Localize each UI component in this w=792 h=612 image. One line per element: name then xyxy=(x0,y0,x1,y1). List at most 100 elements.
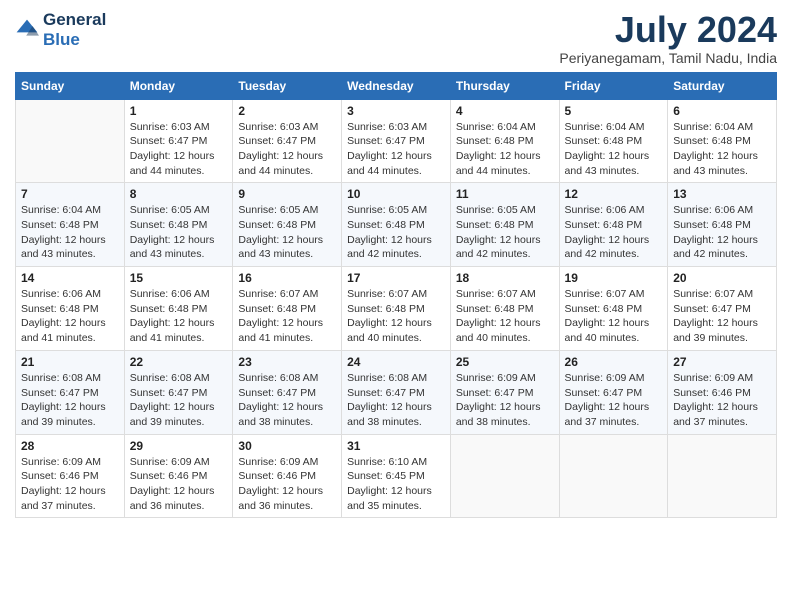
day-info: Sunrise: 6:05 AM Sunset: 6:48 PM Dayligh… xyxy=(238,203,336,262)
calendar-week-4: 21 Sunrise: 6:08 AM Sunset: 6:47 PM Dayli… xyxy=(16,350,777,434)
day-info: Sunrise: 6:03 AM Sunset: 6:47 PM Dayligh… xyxy=(238,120,336,179)
day-number: 3 xyxy=(347,104,445,118)
day-info: Sunrise: 6:04 AM Sunset: 6:48 PM Dayligh… xyxy=(565,120,663,179)
calendar-cell: 6 Sunrise: 6:04 AM Sunset: 6:48 PM Daylig… xyxy=(668,99,777,183)
calendar-cell: 10 Sunrise: 6:05 AM Sunset: 6:48 PM Dayli… xyxy=(342,183,451,267)
calendar-table: SundayMondayTuesdayWednesdayThursdayFrid… xyxy=(15,72,777,519)
calendar-cell: 4Sunrise: 6:04 AM Sunset: 6:48 PM Daylig… xyxy=(450,99,559,183)
day-number: 7 xyxy=(21,187,119,201)
day-info: Sunrise: 6:08 AM Sunset: 6:47 PM Dayligh… xyxy=(238,371,336,430)
header-day-friday: Friday xyxy=(559,72,668,99)
day-info: Sunrise: 6:05 AM Sunset: 6:48 PM Dayligh… xyxy=(130,203,228,262)
day-number: 15 xyxy=(130,271,228,285)
calendar-body: 1Sunrise: 6:03 AM Sunset: 6:47 PM Daylig… xyxy=(16,99,777,518)
day-info: Sunrise: 6:08 AM Sunset: 6:47 PM Dayligh… xyxy=(130,371,228,430)
calendar-cell: 21 Sunrise: 6:08 AM Sunset: 6:47 PM Dayli… xyxy=(16,350,125,434)
month-title: July 2024 xyxy=(559,10,777,50)
day-info: Sunrise: 6:03 AM Sunset: 6:47 PM Dayligh… xyxy=(347,120,445,179)
location-subtitle: Periyanegamam, Tamil Nadu, India xyxy=(559,50,777,66)
calendar-week-1: 1Sunrise: 6:03 AM Sunset: 6:47 PM Daylig… xyxy=(16,99,777,183)
day-number: 6 xyxy=(673,104,771,118)
day-info: Sunrise: 6:06 AM Sunset: 6:48 PM Dayligh… xyxy=(21,287,119,346)
day-number: 2 xyxy=(238,104,336,118)
calendar-week-2: 7 Sunrise: 6:04 AM Sunset: 6:48 PM Daylig… xyxy=(16,183,777,267)
day-number: 5 xyxy=(565,104,663,118)
day-number: 29 xyxy=(130,439,228,453)
calendar-cell: 14 Sunrise: 6:06 AM Sunset: 6:48 PM Dayli… xyxy=(16,267,125,351)
header: General Blue July 2024 Periyanegamam, Ta… xyxy=(15,10,777,66)
header-day-tuesday: Tuesday xyxy=(233,72,342,99)
day-info: Sunrise: 6:09 AM Sunset: 6:46 PM Dayligh… xyxy=(130,455,228,514)
day-info: Sunrise: 6:06 AM Sunset: 6:48 PM Dayligh… xyxy=(565,203,663,262)
day-number: 11 xyxy=(456,187,554,201)
day-number: 16 xyxy=(238,271,336,285)
logo-text: General Blue xyxy=(43,10,106,51)
header-day-monday: Monday xyxy=(124,72,233,99)
day-number: 9 xyxy=(238,187,336,201)
calendar-header-row: SundayMondayTuesdayWednesdayThursdayFrid… xyxy=(16,72,777,99)
calendar-cell xyxy=(450,434,559,518)
day-info: Sunrise: 6:05 AM Sunset: 6:48 PM Dayligh… xyxy=(347,203,445,262)
header-day-wednesday: Wednesday xyxy=(342,72,451,99)
calendar-cell: 18Sunrise: 6:07 AM Sunset: 6:48 PM Dayli… xyxy=(450,267,559,351)
calendar-cell: 22 Sunrise: 6:08 AM Sunset: 6:47 PM Dayli… xyxy=(124,350,233,434)
day-info: Sunrise: 6:08 AM Sunset: 6:47 PM Dayligh… xyxy=(21,371,119,430)
calendar-cell: 31 Sunrise: 6:10 AM Sunset: 6:45 PM Dayli… xyxy=(342,434,451,518)
day-info: Sunrise: 6:06 AM Sunset: 6:48 PM Dayligh… xyxy=(130,287,228,346)
day-info: Sunrise: 6:07 AM Sunset: 6:48 PM Dayligh… xyxy=(347,287,445,346)
day-info: Sunrise: 6:09 AM Sunset: 6:46 PM Dayligh… xyxy=(21,455,119,514)
day-info: Sunrise: 6:06 AM Sunset: 6:48 PM Dayligh… xyxy=(673,203,771,262)
day-number: 10 xyxy=(347,187,445,201)
calendar-cell: 26 Sunrise: 6:09 AM Sunset: 6:47 PM Dayli… xyxy=(559,350,668,434)
calendar-cell: 5 Sunrise: 6:04 AM Sunset: 6:48 PM Daylig… xyxy=(559,99,668,183)
day-info: Sunrise: 6:03 AM Sunset: 6:47 PM Dayligh… xyxy=(130,120,228,179)
day-number: 13 xyxy=(673,187,771,201)
calendar-cell: 17 Sunrise: 6:07 AM Sunset: 6:48 PM Dayli… xyxy=(342,267,451,351)
calendar-cell: 20Sunrise: 6:07 AM Sunset: 6:47 PM Dayli… xyxy=(668,267,777,351)
day-number: 8 xyxy=(130,187,228,201)
day-info: Sunrise: 6:09 AM Sunset: 6:46 PM Dayligh… xyxy=(673,371,771,430)
calendar-cell: 23 Sunrise: 6:08 AM Sunset: 6:47 PM Dayli… xyxy=(233,350,342,434)
calendar-cell: 9 Sunrise: 6:05 AM Sunset: 6:48 PM Daylig… xyxy=(233,183,342,267)
calendar-cell: 11Sunrise: 6:05 AM Sunset: 6:48 PM Dayli… xyxy=(450,183,559,267)
day-number: 25 xyxy=(456,355,554,369)
calendar-cell: 19Sunrise: 6:07 AM Sunset: 6:48 PM Dayli… xyxy=(559,267,668,351)
day-number: 31 xyxy=(347,439,445,453)
logo-icon xyxy=(15,18,39,42)
day-info: Sunrise: 6:10 AM Sunset: 6:45 PM Dayligh… xyxy=(347,455,445,514)
day-number: 28 xyxy=(21,439,119,453)
day-info: Sunrise: 6:07 AM Sunset: 6:48 PM Dayligh… xyxy=(565,287,663,346)
day-number: 26 xyxy=(565,355,663,369)
day-number: 23 xyxy=(238,355,336,369)
header-day-saturday: Saturday xyxy=(668,72,777,99)
calendar-cell: 2 Sunrise: 6:03 AM Sunset: 6:47 PM Daylig… xyxy=(233,99,342,183)
header-day-thursday: Thursday xyxy=(450,72,559,99)
day-info: Sunrise: 6:04 AM Sunset: 6:48 PM Dayligh… xyxy=(21,203,119,262)
day-info: Sunrise: 6:07 AM Sunset: 6:48 PM Dayligh… xyxy=(456,287,554,346)
calendar-week-5: 28 Sunrise: 6:09 AM Sunset: 6:46 PM Dayli… xyxy=(16,434,777,518)
day-info: Sunrise: 6:09 AM Sunset: 6:47 PM Dayligh… xyxy=(565,371,663,430)
day-info: Sunrise: 6:09 AM Sunset: 6:47 PM Dayligh… xyxy=(456,371,554,430)
day-number: 20 xyxy=(673,271,771,285)
calendar-cell: 25 Sunrise: 6:09 AM Sunset: 6:47 PM Dayli… xyxy=(450,350,559,434)
calendar-week-3: 14 Sunrise: 6:06 AM Sunset: 6:48 PM Dayli… xyxy=(16,267,777,351)
calendar-cell: 24Sunrise: 6:08 AM Sunset: 6:47 PM Dayli… xyxy=(342,350,451,434)
day-number: 22 xyxy=(130,355,228,369)
calendar-cell: 7 Sunrise: 6:04 AM Sunset: 6:48 PM Daylig… xyxy=(16,183,125,267)
calendar-cell: 16 Sunrise: 6:07 AM Sunset: 6:48 PM Dayli… xyxy=(233,267,342,351)
day-info: Sunrise: 6:04 AM Sunset: 6:48 PM Dayligh… xyxy=(673,120,771,179)
logo: General Blue xyxy=(15,10,106,51)
calendar-cell xyxy=(559,434,668,518)
day-number: 17 xyxy=(347,271,445,285)
calendar-cell: 8 Sunrise: 6:05 AM Sunset: 6:48 PM Daylig… xyxy=(124,183,233,267)
calendar-cell: 3 Sunrise: 6:03 AM Sunset: 6:47 PM Daylig… xyxy=(342,99,451,183)
calendar-cell: 13 Sunrise: 6:06 AM Sunset: 6:48 PM Dayli… xyxy=(668,183,777,267)
day-number: 14 xyxy=(21,271,119,285)
calendar-cell: 29 Sunrise: 6:09 AM Sunset: 6:46 PM Dayli… xyxy=(124,434,233,518)
day-number: 21 xyxy=(21,355,119,369)
day-info: Sunrise: 6:07 AM Sunset: 6:48 PM Dayligh… xyxy=(238,287,336,346)
calendar-cell: 12Sunrise: 6:06 AM Sunset: 6:48 PM Dayli… xyxy=(559,183,668,267)
calendar-cell: 27Sunrise: 6:09 AM Sunset: 6:46 PM Dayli… xyxy=(668,350,777,434)
calendar-cell: 15 Sunrise: 6:06 AM Sunset: 6:48 PM Dayli… xyxy=(124,267,233,351)
calendar-cell: 1Sunrise: 6:03 AM Sunset: 6:47 PM Daylig… xyxy=(124,99,233,183)
